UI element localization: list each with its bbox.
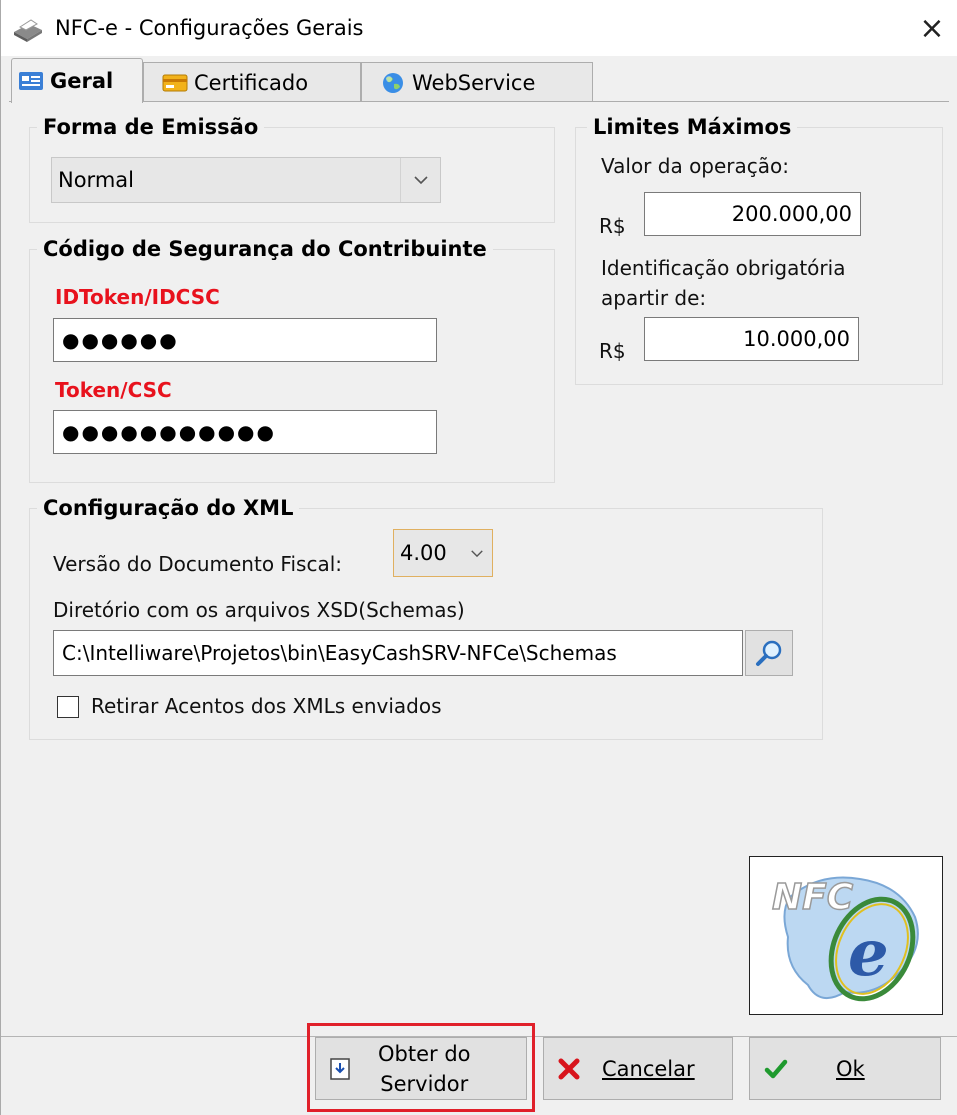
forma-emissao-select[interactable]: Normal <box>51 157 441 203</box>
diretorio-input[interactable]: C:\Intelliware\Projetos\bin\EasyCashSRV-… <box>53 630 743 676</box>
nfce-logo: NFC e <box>749 856 943 1015</box>
geral-tab-icon <box>19 72 43 90</box>
cancel-button[interactable]: Cancelar <box>543 1037 733 1100</box>
nfce-config-window: NFC-e - Configurações Gerais × Geral Cer… <box>0 0 957 1115</box>
tab-webservice-label: WebService <box>412 70 536 95</box>
close-button[interactable]: × <box>906 0 957 56</box>
forma-emissao-title: Forma de Emissão <box>37 115 265 139</box>
certificate-icon <box>162 74 188 91</box>
tab-divider <box>9 101 949 102</box>
csc-title: Código de Segurança do Contribuinte <box>37 237 493 261</box>
chevron-down-icon <box>400 158 440 202</box>
tab-webservice[interactable]: WebService <box>361 62 593 102</box>
nfce-logo-icon: NFC e <box>771 876 919 1002</box>
chevron-down-icon <box>462 530 492 576</box>
retirar-acentos-checkbox[interactable] <box>57 696 79 718</box>
versao-select[interactable]: 4.00 <box>393 529 493 577</box>
globe-icon <box>383 72 403 93</box>
limites-title: Limites Máximos <box>587 115 798 139</box>
ok-button[interactable]: Ok <box>749 1037 941 1100</box>
identificacao-label-line2: apartir de: <box>601 286 707 310</box>
highlight-box <box>307 1023 535 1112</box>
currency-label: R$ <box>599 214 626 238</box>
title-bar: NFC-e - Configurações Gerais × <box>1 0 957 56</box>
identificacao-label-line1: Identificação obrigatória <box>601 256 846 280</box>
identificacao-valor-input[interactable]: 10.000,00 <box>644 317 859 361</box>
idtoken-label: IDToken/IDCSC <box>55 285 220 309</box>
tab-certificado[interactable]: Certificado <box>143 62 361 102</box>
tab-geral-label: Geral <box>50 69 114 93</box>
versao-value: 4.00 <box>400 541 447 565</box>
tab-bar: Geral Certificado WebService <box>9 58 949 103</box>
versao-label: Versão do Documento Fiscal: <box>53 552 342 576</box>
ok-label: Ok <box>836 1056 865 1081</box>
token-label: Token/CSC <box>55 378 172 402</box>
forma-emissao-value: Normal <box>58 168 134 192</box>
valor-operacao-input[interactable]: 200.000,00 <box>644 192 861 236</box>
diretorio-label: Diretório com os arquivos XSD(Schemas) <box>53 598 465 622</box>
idtoken-input[interactable]: ●●●●●● <box>53 318 437 362</box>
tab-geral[interactable]: Geral <box>11 58 143 103</box>
window-title: NFC-e - Configurações Gerais <box>55 16 364 40</box>
svg-text:e: e <box>848 916 889 991</box>
cancel-x-icon <box>558 1058 580 1080</box>
currency-label-2: R$ <box>599 339 626 363</box>
token-input[interactable]: ●●●●●●●●●●● <box>53 410 437 454</box>
close-icon: × <box>919 10 945 46</box>
valor-operacao-label: Valor da operação: <box>601 154 790 178</box>
retirar-acentos-label: Retirar Acentos dos XMLs enviados <box>91 694 442 718</box>
svg-text:NFC: NFC <box>772 877 854 918</box>
printer-icon <box>14 19 42 42</box>
xml-title: Configuração do XML <box>37 496 300 520</box>
browse-button[interactable] <box>745 630 793 676</box>
check-icon <box>764 1058 788 1080</box>
tab-certificado-label: Certificado <box>194 70 309 95</box>
magnifier-icon <box>756 640 782 666</box>
cancel-label: Cancelar <box>602 1056 695 1081</box>
